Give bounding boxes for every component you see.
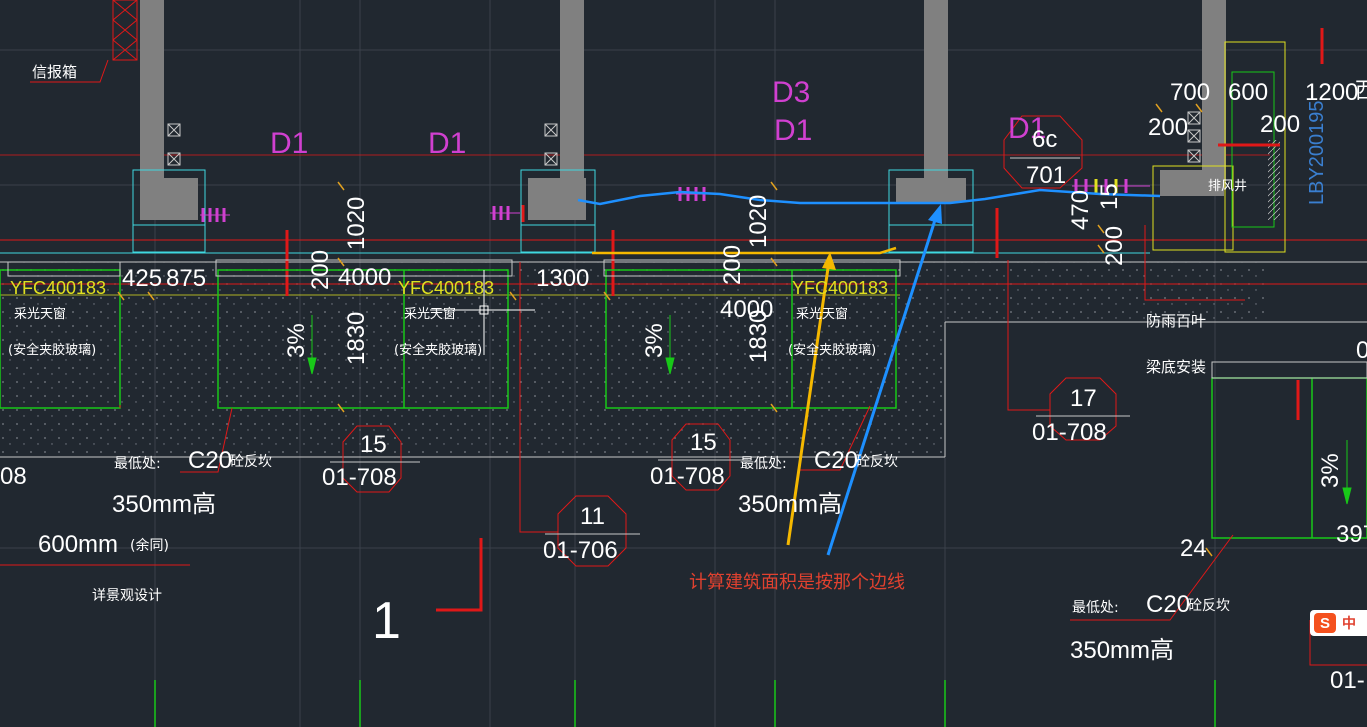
label-paifengjing: 排风井	[1208, 179, 1247, 194]
skylight-label-a: 采光天窗	[14, 306, 66, 322]
dim-01: 01-	[1330, 667, 1365, 694]
height-350-c: 350mm高	[1070, 637, 1174, 664]
cad-drawing-canvas[interactable]: 信报箱 D1 D1 D3 D1 D1 6c 701 700 600 1200 西…	[0, 0, 1367, 727]
dim-24: 24	[1180, 535, 1207, 562]
c20-a: C20	[188, 447, 232, 474]
tag-11-number: 11	[580, 503, 605, 530]
slope-b: 3%	[641, 323, 668, 358]
ground-hatch-right	[945, 262, 1265, 322]
yfc-code-b: YFC400183	[398, 278, 494, 298]
dim-200-a: 200	[1148, 114, 1188, 141]
column-3	[888, 0, 974, 253]
tag-15a-ref: 01-708	[322, 464, 397, 491]
column-1	[132, 0, 206, 253]
section-marker	[436, 538, 483, 612]
dim-425: 425	[122, 265, 162, 292]
dim-1830-b: 1830	[745, 310, 772, 363]
yfc-code-c: YFC400183	[792, 278, 888, 298]
lowest-label-b: 最低处:	[740, 456, 787, 472]
bottom-ticks	[154, 680, 1216, 727]
label-xiangjing: 详景观设计	[92, 588, 162, 604]
skylight-glass-a: (安全夹胶玻璃)	[8, 342, 96, 358]
door-tag-d1-a: D1	[270, 127, 308, 160]
tag-15a-number: 15	[360, 431, 387, 458]
dim-1830-a: 1830	[343, 312, 370, 365]
left-edge-08: 08	[0, 463, 27, 490]
dim-600: 600	[1228, 79, 1268, 106]
tag-11-ref: 01-706	[543, 537, 618, 564]
lattice-post	[112, 0, 138, 61]
dim-200-d: 200	[719, 245, 746, 285]
yfc-code-a: YFC400183	[10, 278, 106, 298]
skylight-label-c: 采光天窗	[796, 306, 848, 322]
column-2	[520, 0, 596, 253]
vertical-code: LBY200195	[1306, 100, 1328, 205]
dim-1300: 1300	[536, 265, 589, 292]
fanbian-c: 砼反坎	[1188, 598, 1230, 614]
skylight-glass-c: (安全夹胶玻璃)	[788, 342, 876, 358]
door-tag-d1-c: D1	[774, 114, 812, 147]
dim-1020-b: 1020	[745, 195, 772, 248]
dim-1020-a: 1020	[343, 197, 370, 250]
tag-17-ref: 01-708	[1032, 419, 1107, 446]
slope-a: 3%	[283, 323, 310, 358]
label-west: 西	[1355, 79, 1367, 104]
tag-17-number: 17	[1070, 385, 1097, 412]
grid-tag-701: 701	[1026, 162, 1066, 189]
door-tag-d1-b: D1	[428, 127, 466, 160]
door-tag-d3: D3	[772, 76, 810, 109]
slope-c: 3%	[1317, 453, 1344, 488]
label-liangdi: 梁底安装	[1146, 358, 1206, 376]
question-annotation: 计算建筑面积是按那个边线	[689, 572, 905, 593]
dim-470: 470	[1067, 190, 1094, 230]
label-600mm: 600mm	[38, 531, 118, 558]
grid-tag-6c: 6c	[1032, 126, 1057, 153]
dim-700: 700	[1170, 79, 1210, 106]
lowest-label-a: 最低处:	[114, 456, 161, 472]
skylight-glass-b: (安全夹胶玻璃)	[394, 342, 482, 358]
tag-15b-ref: 01-708	[650, 463, 725, 490]
dim-0: 0	[1356, 337, 1367, 364]
c20-c: C20	[1146, 591, 1190, 618]
tag-15b-number: 15	[690, 429, 717, 456]
dim-875: 875	[166, 265, 206, 292]
dim-15x: 15	[1096, 183, 1123, 210]
drawing-svg: 信报箱 D1 D1 D3 D1 D1 6c 701 700 600 1200 西…	[0, 0, 1367, 727]
label-yujian: (余同)	[130, 537, 169, 554]
ime-status-badge[interactable]: S 中	[1310, 610, 1367, 636]
dim-4000-a: 4000	[338, 264, 391, 291]
label-fangyu: 防雨百叶	[1146, 312, 1206, 330]
fanbian-a: 砼反坎	[230, 454, 272, 470]
label-xinbaoxiang: 信报箱	[32, 63, 77, 81]
section-number-1: 1	[372, 592, 401, 650]
dim-200-b: 200	[1260, 111, 1300, 138]
height-350-a: 350mm高	[112, 491, 216, 518]
c20-b: C20	[814, 447, 858, 474]
dim-200-e: 200	[1101, 226, 1128, 266]
dim-397: 397	[1336, 521, 1367, 548]
fanbian-b: 砼反坎	[856, 454, 898, 470]
dim-200-c: 200	[307, 250, 334, 290]
skylight-label-b: 采光天窗	[404, 306, 456, 322]
lowest-label-c: 最低处:	[1072, 600, 1119, 616]
height-350-b: 350mm高	[738, 491, 842, 518]
sogou-logo-icon: S	[1314, 613, 1336, 633]
ime-mode-label: 中	[1342, 616, 1356, 632]
